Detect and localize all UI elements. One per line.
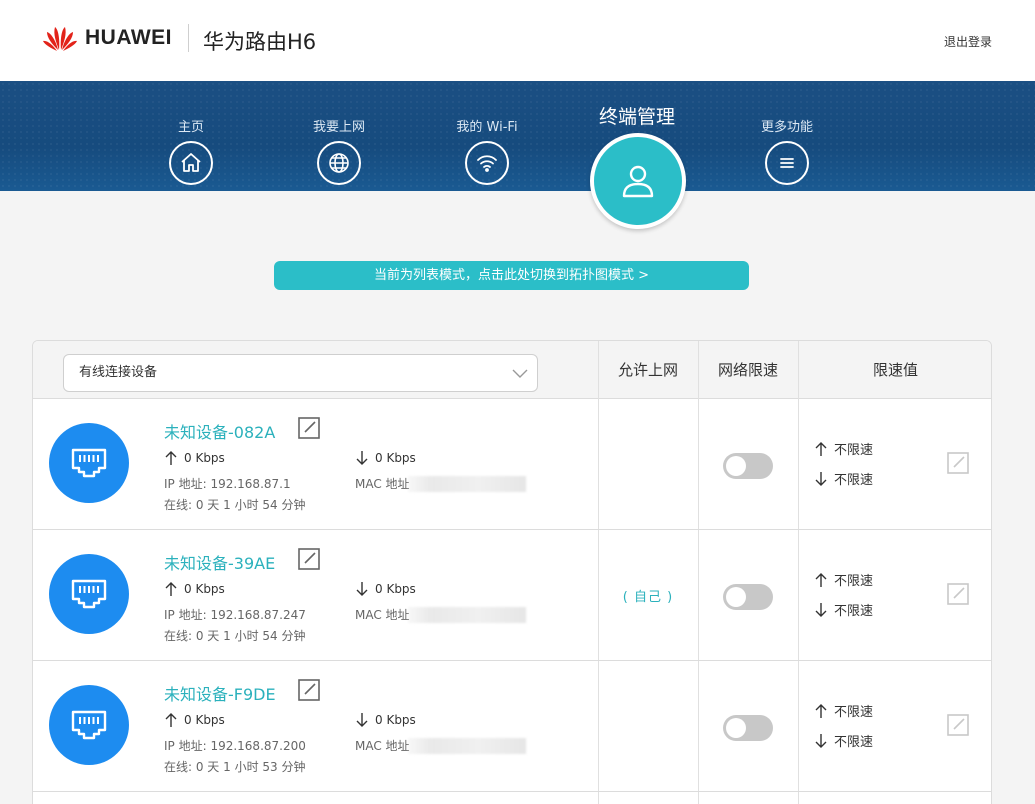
device-name: 未知设备-F9DE	[164, 685, 276, 704]
download-limit: 不限速	[814, 731, 873, 750]
speed-limit-toggle[interactable]	[723, 715, 773, 741]
edit-name-icon[interactable]	[297, 547, 321, 571]
user-icon	[590, 133, 686, 229]
arrow-down-icon	[815, 471, 827, 486]
online-duration: 在线: 0 天 1 小时 54 分钟	[164, 629, 306, 643]
column-limit-value: 限速值	[872, 361, 918, 379]
arrow-down-icon	[815, 602, 827, 617]
arrow-up-icon	[815, 572, 827, 587]
mac-address-redacted	[408, 738, 526, 754]
arrow-up-icon	[815, 703, 827, 718]
upload-rate-value: 0 Kbps	[184, 451, 225, 465]
edit-name-icon[interactable]	[297, 678, 321, 702]
arrow-up-icon	[165, 582, 177, 596]
device-filter-value: 有线连接设备	[79, 365, 158, 380]
nav-item-devices[interactable]: 终端管理	[577, 81, 697, 229]
column-speed-limit: 网络限速	[717, 361, 778, 379]
upload-limit: 不限速	[814, 701, 873, 720]
upload-rate: 0 Kbps	[164, 450, 225, 466]
online-duration: 在线: 0 天 1 小时 54 分钟	[164, 498, 306, 512]
arrow-down-icon	[356, 582, 368, 596]
upload-limit: 不限速	[814, 439, 873, 458]
device-name: 未知设备-082A	[164, 423, 276, 442]
table-header: 有线连接设备 允许上网 网络限速 限速值	[33, 341, 991, 399]
header-divider	[188, 24, 189, 52]
online-duration: 在线: 0 天 1 小时 53 分钟	[164, 760, 306, 774]
nav-label-devices: 终端管理	[598, 106, 675, 128]
ethernet-device-icon	[49, 685, 129, 765]
mac-address-redacted	[408, 476, 526, 492]
download-limit-value: 不限速	[834, 735, 874, 750]
arrow-up-icon	[815, 441, 827, 456]
upload-rate-value: 0 Kbps	[184, 582, 225, 596]
edit-name-icon[interactable]	[297, 416, 321, 440]
nav-item-home[interactable]: 主页	[131, 81, 251, 185]
download-limit-value: 不限速	[834, 473, 874, 488]
ethernet-device-icon	[49, 554, 129, 634]
ip-address: IP 地址: 192.168.87.1	[164, 477, 291, 491]
arrow-up-icon	[165, 713, 177, 727]
product-title: 华为路由H6	[203, 30, 317, 54]
device-filter-select[interactable]: 有线连接设备	[63, 354, 538, 392]
home-icon	[169, 141, 213, 185]
download-limit: 不限速	[814, 469, 873, 488]
ethernet-device-icon	[49, 423, 129, 503]
upload-limit-value: 不限速	[834, 705, 874, 720]
mac-address-label: MAC 地址	[355, 608, 410, 622]
table-row: 未知设备-39AE 0 Kbps 0 Kbps IP 地址: 192.168.8…	[33, 530, 991, 661]
download-rate: 0 Kbps	[355, 712, 416, 728]
logout-link[interactable]: 退出登录	[944, 33, 992, 50]
menu-icon	[765, 141, 809, 185]
nav-label-more: 更多功能	[760, 120, 813, 135]
device-name: 未知设备-39AE	[164, 554, 276, 573]
mac-address-redacted	[408, 607, 526, 623]
upload-limit: 不限速	[814, 570, 873, 589]
mac-address-label: MAC 地址	[355, 477, 410, 491]
download-limit-value: 不限速	[834, 604, 874, 619]
nav-item-internet[interactable]: 我要上网	[279, 81, 399, 185]
edit-limit-icon[interactable]	[946, 713, 970, 737]
edit-limit-icon[interactable]	[946, 582, 970, 606]
brand-name: HUAWEI	[85, 26, 172, 49]
upload-limit-value: 不限速	[834, 443, 874, 458]
nav-label-home: 主页	[177, 120, 204, 135]
column-allow-internet: 允许上网	[617, 361, 678, 379]
table-row: 未知设备-F9DE 0 Kbps 0 Kbps IP 地址: 192.168.8…	[33, 661, 991, 792]
wifi-icon	[465, 141, 509, 185]
edit-limit-icon[interactable]	[946, 451, 970, 475]
speed-limit-toggle[interactable]	[723, 584, 773, 610]
device-table: 有线连接设备 允许上网 网络限速 限速值 未知设备-082A 0 Kbps 0 …	[32, 340, 992, 804]
ip-address: IP 地址: 192.168.87.200	[164, 739, 306, 753]
huawei-flower-icon	[43, 27, 77, 51]
nav-label-wifi: 我的 Wi-Fi	[456, 120, 518, 135]
download-limit: 不限速	[814, 600, 873, 619]
table-row: 未知设备-082A 0 Kbps 0 Kbps IP 地址: 192.168.8…	[33, 399, 991, 530]
arrow-down-icon	[356, 451, 368, 465]
upload-rate-value: 0 Kbps	[184, 713, 225, 727]
huawei-logo: HUAWEI	[42, 24, 172, 52]
allow-internet-status: ( 自己 )	[622, 590, 674, 605]
chevron-down-icon	[512, 369, 528, 378]
mac-address-label: MAC 地址	[355, 739, 410, 753]
download-rate-value: 0 Kbps	[375, 451, 416, 465]
arrow-down-icon	[356, 713, 368, 727]
switch-topology-button[interactable]: 当前为列表模式，点击此处切换到拓扑图模式 >	[274, 261, 749, 290]
nav-item-wifi[interactable]: 我的 Wi-Fi	[427, 81, 547, 185]
arrow-up-icon	[165, 451, 177, 465]
upload-limit-value: 不限速	[834, 574, 874, 589]
top-header: HUAWEI 华为路由H6 退出登录	[0, 0, 1035, 81]
upload-rate: 0 Kbps	[164, 712, 225, 728]
upload-rate: 0 Kbps	[164, 581, 225, 597]
ip-address: IP 地址: 192.168.87.247	[164, 608, 306, 622]
nav-label-internet: 我要上网	[312, 120, 365, 135]
arrow-down-icon	[815, 733, 827, 748]
download-rate-value: 0 Kbps	[375, 582, 416, 596]
main-nav: 主页 我要上网 我的 Wi-Fi 终端管理 更多功能	[0, 81, 1035, 229]
download-rate: 0 Kbps	[355, 581, 416, 597]
download-rate: 0 Kbps	[355, 450, 416, 466]
globe-icon	[317, 141, 361, 185]
download-rate-value: 0 Kbps	[375, 713, 416, 727]
speed-limit-toggle[interactable]	[723, 453, 773, 479]
nav-item-more[interactable]: 更多功能	[727, 81, 847, 185]
